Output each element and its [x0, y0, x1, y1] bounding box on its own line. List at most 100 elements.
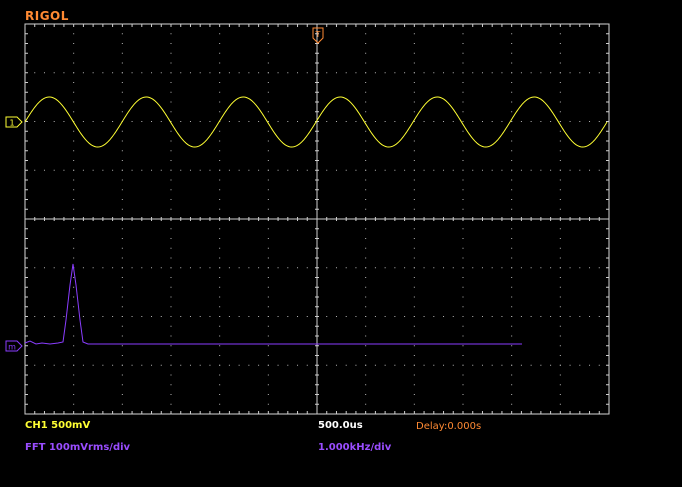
grid-dot	[219, 286, 221, 288]
grid-dot	[238, 267, 240, 269]
grid-dot	[413, 335, 415, 337]
grid-dot	[365, 384, 367, 386]
grid-dot	[160, 364, 162, 366]
grid-dot	[413, 257, 415, 259]
grid-dot	[413, 267, 415, 269]
grid-dot	[472, 316, 474, 317]
grid-dot	[131, 72, 133, 74]
grid-dot	[121, 364, 123, 366]
grid-dot	[267, 403, 269, 405]
grid-dot	[170, 364, 172, 366]
grid-dot	[170, 52, 172, 54]
grid-dot	[569, 267, 571, 269]
grid-dot	[277, 121, 279, 122]
grid-dot	[121, 247, 123, 249]
grid-dot	[433, 364, 435, 366]
grid-dot	[559, 228, 561, 230]
grid-dot	[452, 316, 454, 317]
grid-dot	[443, 121, 445, 122]
grid-dot	[219, 91, 221, 93]
grid-dot	[267, 160, 269, 161]
grid-dot	[589, 364, 591, 366]
grid-dot	[481, 72, 483, 74]
grid-dot	[151, 316, 153, 317]
grid-dot	[365, 325, 367, 327]
grid-dot	[559, 257, 561, 259]
grid-dot	[170, 179, 172, 181]
grid-dot	[267, 247, 269, 249]
grid-dot	[462, 91, 464, 93]
grid-dot	[335, 121, 337, 122]
grid-dot	[462, 306, 464, 308]
grid-dot	[589, 267, 591, 269]
grid-dot	[335, 72, 337, 74]
grid-dot	[530, 364, 532, 366]
grid-dot	[297, 316, 299, 317]
grid-dot	[559, 286, 561, 288]
grid-dot	[267, 394, 269, 395]
grid-dot	[170, 238, 172, 239]
grid-dot	[365, 277, 367, 278]
grid-dot	[481, 169, 483, 171]
grid-dot	[170, 403, 172, 405]
grid-dot	[365, 189, 367, 191]
grid-dot	[413, 247, 415, 249]
grid-dot	[462, 140, 464, 142]
math-offset-marker[interactable]: m	[5, 340, 23, 352]
grid-dot	[423, 316, 425, 317]
grid-dot	[63, 316, 65, 317]
grid-dot	[559, 52, 561, 54]
grid-dot	[170, 384, 172, 386]
grid-dot	[73, 403, 75, 405]
grid-dot	[452, 169, 454, 171]
grid-dot	[559, 189, 561, 191]
grid-dot	[219, 189, 221, 191]
grid-dot	[559, 130, 561, 132]
grid-dot	[579, 72, 581, 74]
grid-dot	[462, 364, 464, 366]
grid-dot	[462, 82, 464, 83]
grid-dot	[73, 394, 75, 395]
grid-dot	[73, 43, 75, 44]
grid-dot	[73, 384, 75, 386]
grid-dot	[219, 296, 221, 298]
grid-dot	[219, 130, 221, 132]
grid-dot	[462, 247, 464, 249]
grid-dot	[219, 169, 221, 171]
grid-dot	[511, 91, 513, 93]
grid-dot	[43, 267, 45, 269]
grid-dot	[258, 72, 260, 74]
trigger-position-marker[interactable]: T	[312, 27, 324, 44]
grid-dot	[335, 364, 337, 366]
grid-dot	[511, 384, 513, 386]
grid-dot	[511, 150, 513, 152]
grid-dot	[355, 364, 357, 366]
grid-dot	[258, 121, 260, 122]
grid-dot	[462, 286, 464, 288]
grid-dot	[267, 286, 269, 288]
grid-dot	[511, 257, 513, 259]
grid-dot	[413, 199, 415, 200]
grid-dot	[73, 208, 75, 210]
ch1-offset-marker[interactable]: 1	[5, 116, 23, 128]
grid-dot	[170, 199, 172, 200]
grid-dot	[287, 267, 289, 269]
grid-dot	[199, 316, 201, 317]
grid-dot	[180, 316, 182, 317]
grid-dot	[481, 267, 483, 269]
fft-span-readout: 1.000kHz/div	[318, 442, 392, 453]
grid-dot	[219, 33, 221, 35]
grid-dot	[365, 257, 367, 259]
grid-dot	[189, 72, 191, 74]
grid-dot	[34, 267, 36, 269]
grid-dot	[248, 72, 250, 74]
grid-dot	[209, 121, 211, 122]
grid-dot	[306, 364, 308, 366]
grid-dot	[121, 72, 123, 74]
grid-dot	[394, 267, 396, 269]
grid-dot	[306, 121, 308, 122]
grid-dot	[82, 364, 84, 366]
grid-dot	[365, 111, 367, 113]
grid-dot	[73, 335, 75, 337]
grid-dot	[345, 267, 347, 269]
